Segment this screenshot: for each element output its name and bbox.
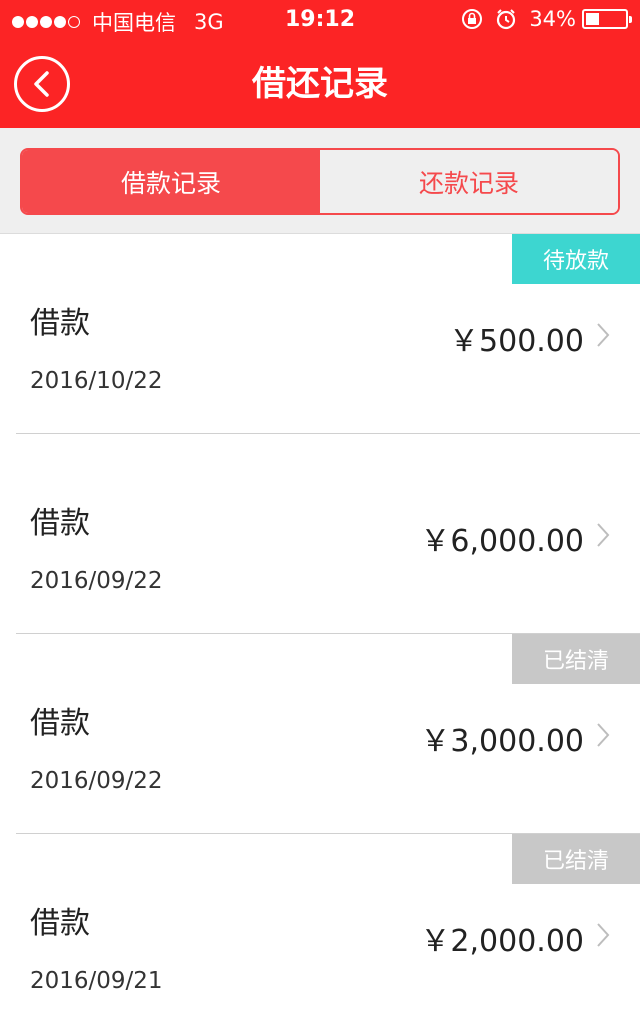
status-badge-pending: 待放款	[512, 234, 640, 284]
status-badge-settled: 已结清	[512, 634, 640, 684]
record-date: 2016/10/22	[30, 368, 163, 394]
status-bar: 中国电信 3G 19:12 34%	[0, 0, 640, 40]
chevron-right-icon	[597, 323, 610, 347]
page-title: 借还记录	[252, 64, 388, 104]
battery-percentage: 34%	[529, 7, 576, 31]
tab-borrow-records[interactable]: 借款记录	[22, 150, 320, 213]
records-list: 待放款 借款 ￥500.00 2016/10/22 借款 ￥6,000.00 2…	[0, 234, 640, 1031]
record-item[interactable]: 已结清 借款 ￥2,000.00 2016/09/21	[0, 834, 640, 1031]
chevron-right-icon	[597, 523, 610, 547]
record-date: 2016/09/22	[30, 768, 163, 794]
tab-repay-records[interactable]: 还款记录	[320, 150, 618, 213]
record-item[interactable]: 已结清 借款 ￥3,000.00 2016/09/22	[0, 634, 640, 834]
record-amount: ￥500.00	[449, 324, 584, 359]
header: 中国电信 3G 19:12 34% 借还记录	[0, 0, 640, 128]
record-type: 借款	[30, 706, 90, 741]
status-badge-settled: 已结清	[512, 834, 640, 884]
segmented-control: 借款记录 还款记录	[20, 148, 620, 215]
chevron-right-icon	[597, 723, 610, 747]
chevron-right-icon	[597, 923, 610, 947]
record-item[interactable]: 待放款 借款 ￥500.00 2016/10/22	[0, 234, 640, 434]
alarm-icon	[495, 8, 517, 30]
tabs-area: 借款记录 还款记录	[0, 128, 640, 234]
record-type: 借款	[30, 506, 90, 541]
record-amount: ￥2,000.00	[420, 924, 584, 959]
record-date: 2016/09/22	[30, 568, 163, 594]
record-type: 借款	[30, 906, 90, 941]
battery-icon	[582, 9, 632, 29]
record-date: 2016/09/21	[30, 968, 163, 994]
rotation-lock-icon	[461, 8, 483, 30]
record-item[interactable]: 借款 ￥6,000.00 2016/09/22	[0, 434, 640, 634]
record-type: 借款	[30, 306, 90, 341]
record-amount: ￥3,000.00	[420, 724, 584, 759]
record-amount: ￥6,000.00	[420, 524, 584, 559]
nav-bar: 借还记录	[0, 40, 640, 128]
